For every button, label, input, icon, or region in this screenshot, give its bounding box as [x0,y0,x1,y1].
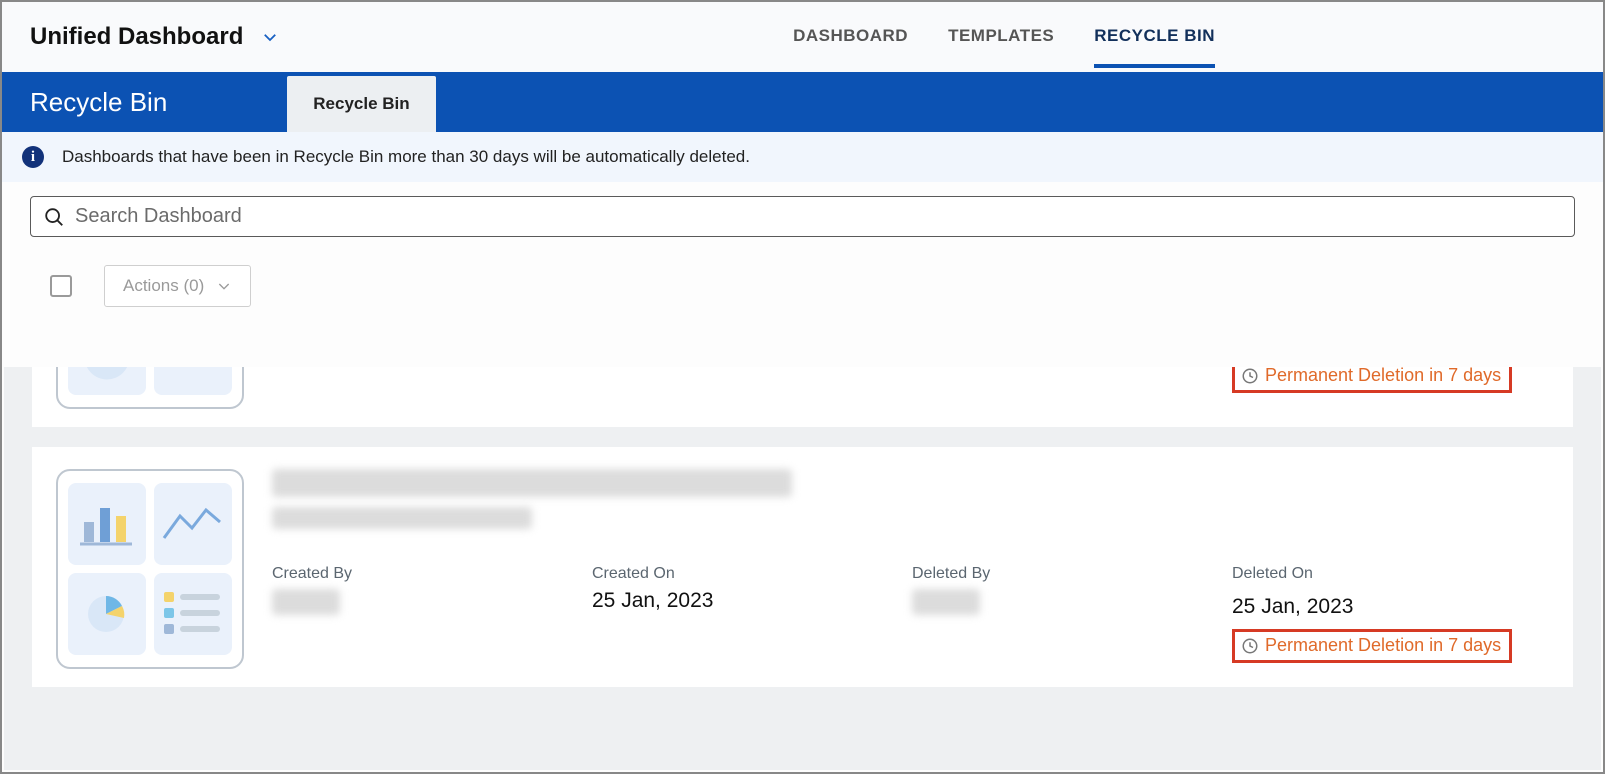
created-by-label: Created By [272,565,592,583]
created-on-label: Created On [592,565,912,583]
thumbnail-pie-icon [77,367,137,387]
actions-button[interactable]: Actions (0) [104,265,251,307]
thumbnail-line-icon [158,494,228,554]
section-title: Recycle Bin [30,87,287,132]
thumbnail-pie-icon [72,584,142,644]
info-banner-text: Dashboards that have been in Recycle Bin… [62,147,750,167]
search-input[interactable] [75,205,1562,228]
redacted-title [272,469,792,497]
dashboard-thumbnail [56,469,244,669]
deletion-notice: Permanent Deletion in 7 days [1265,367,1501,386]
section-tab-recycle-bin[interactable]: Recycle Bin [287,76,435,132]
dashboard-thumbnail [56,367,244,409]
deleted-on-label: Deleted On [1232,565,1549,583]
clock-icon [1241,637,1259,655]
list-item[interactable]: Created By Created On 25 Jan, 2023 Delet… [32,447,1573,687]
actions-label: Actions (0) [123,276,204,296]
redacted-value [272,589,340,615]
tab-dashboard[interactable]: DASHBOARD [793,6,908,68]
select-all-checkbox[interactable] [50,275,72,297]
deletion-notice: Permanent Deletion in 7 days [1265,635,1501,656]
deletion-notice-highlight: Permanent Deletion in 7 days [1232,367,1512,393]
created-on-value: 25 Jan, 2023 [592,589,912,613]
redacted-subtitle [272,507,532,529]
list-item[interactable]: 24 Jan, 2023 25 Jan, 2023 Permanent Dele… [32,367,1573,427]
info-banner: i Dashboards that have been in Recycle B… [2,132,1603,182]
tab-templates[interactable]: TEMPLATES [948,6,1054,68]
thumbnail-list-icon [158,584,228,644]
chevron-down-icon [216,278,232,294]
thumbnail-list-icon [158,367,228,382]
info-icon: i [22,146,44,168]
chevron-down-icon[interactable] [261,28,279,46]
deletion-notice-highlight: Permanent Deletion in 7 days [1232,629,1512,663]
clock-icon [1241,367,1259,385]
thumbnail-bar-icon [72,494,142,554]
page-title: Unified Dashboard [30,23,243,51]
tab-recycle-bin[interactable]: RECYCLE BIN [1094,6,1215,68]
deleted-on-value: 25 Jan, 2023 [1232,595,1549,619]
search-icon [43,206,65,228]
redacted-value [912,589,980,615]
search-box[interactable] [30,196,1575,237]
deleted-by-label: Deleted By [912,565,1232,583]
